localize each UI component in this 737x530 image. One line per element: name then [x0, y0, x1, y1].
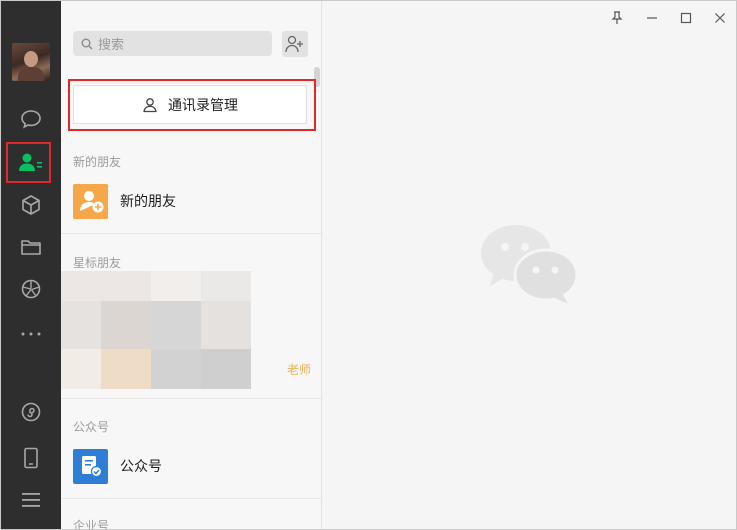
list-item-official-accounts[interactable]: 公众号 [61, 442, 321, 490]
avatar[interactable] [12, 43, 50, 81]
add-user-icon [285, 35, 303, 53]
search-input[interactable]: 搜索 [73, 31, 272, 56]
pin-icon[interactable] [605, 7, 629, 29]
files-icon[interactable] [1, 227, 61, 267]
section-header-new-friends: 新的朋友 [73, 155, 122, 169]
chat-icon[interactable] [1, 99, 61, 139]
official-account-icon [73, 448, 108, 484]
search-icon [81, 38, 93, 50]
mini-program-icon[interactable] [1, 392, 61, 432]
divider [61, 398, 321, 399]
contacts-manage-button[interactable]: 通讯录管理 [73, 85, 307, 124]
menu-icon[interactable] [1, 480, 61, 520]
section-header-official: 公众号 [73, 420, 110, 434]
section-header-starred: 星标朋友 [73, 256, 122, 270]
list-item-label: 新的朋友 [120, 194, 176, 210]
divider [61, 233, 321, 234]
person-icon [143, 97, 157, 112]
section-header-enterprise: 企业号 [73, 519, 110, 530]
main-pane [322, 1, 736, 529]
list-item-new-friends[interactable]: 新的朋友 [61, 177, 321, 225]
close-icon[interactable] [708, 7, 732, 29]
minimize-icon[interactable] [640, 7, 664, 29]
moments-icon[interactable] [1, 269, 61, 309]
search-placeholder: 搜索 [98, 38, 125, 53]
nav-rail [1, 1, 61, 529]
contacts-icon[interactable] [1, 142, 61, 182]
maximize-icon[interactable] [674, 7, 698, 29]
divider [61, 498, 321, 499]
favorites-icon[interactable] [1, 185, 61, 225]
new-friend-icon [73, 183, 108, 219]
starred-contact-fragment: 老师 [287, 363, 312, 377]
contacts-manage-label: 通讯录管理 [168, 97, 238, 114]
wechat-window: 搜索 通讯录管理 新的朋友 新的朋友 星标朋友 老师 公众号 公众号 企业号 [0, 0, 737, 530]
blurred-contacts [61, 271, 321, 389]
more-icon[interactable] [1, 314, 61, 354]
phone-icon[interactable] [1, 438, 61, 478]
add-friend-button[interactable] [282, 31, 308, 57]
list-item-label: 公众号 [120, 459, 162, 475]
contacts-panel: 搜索 通讯录管理 新的朋友 新的朋友 星标朋友 老师 公众号 公众号 企业号 [61, 1, 322, 530]
wechat-logo-icon [480, 223, 580, 309]
